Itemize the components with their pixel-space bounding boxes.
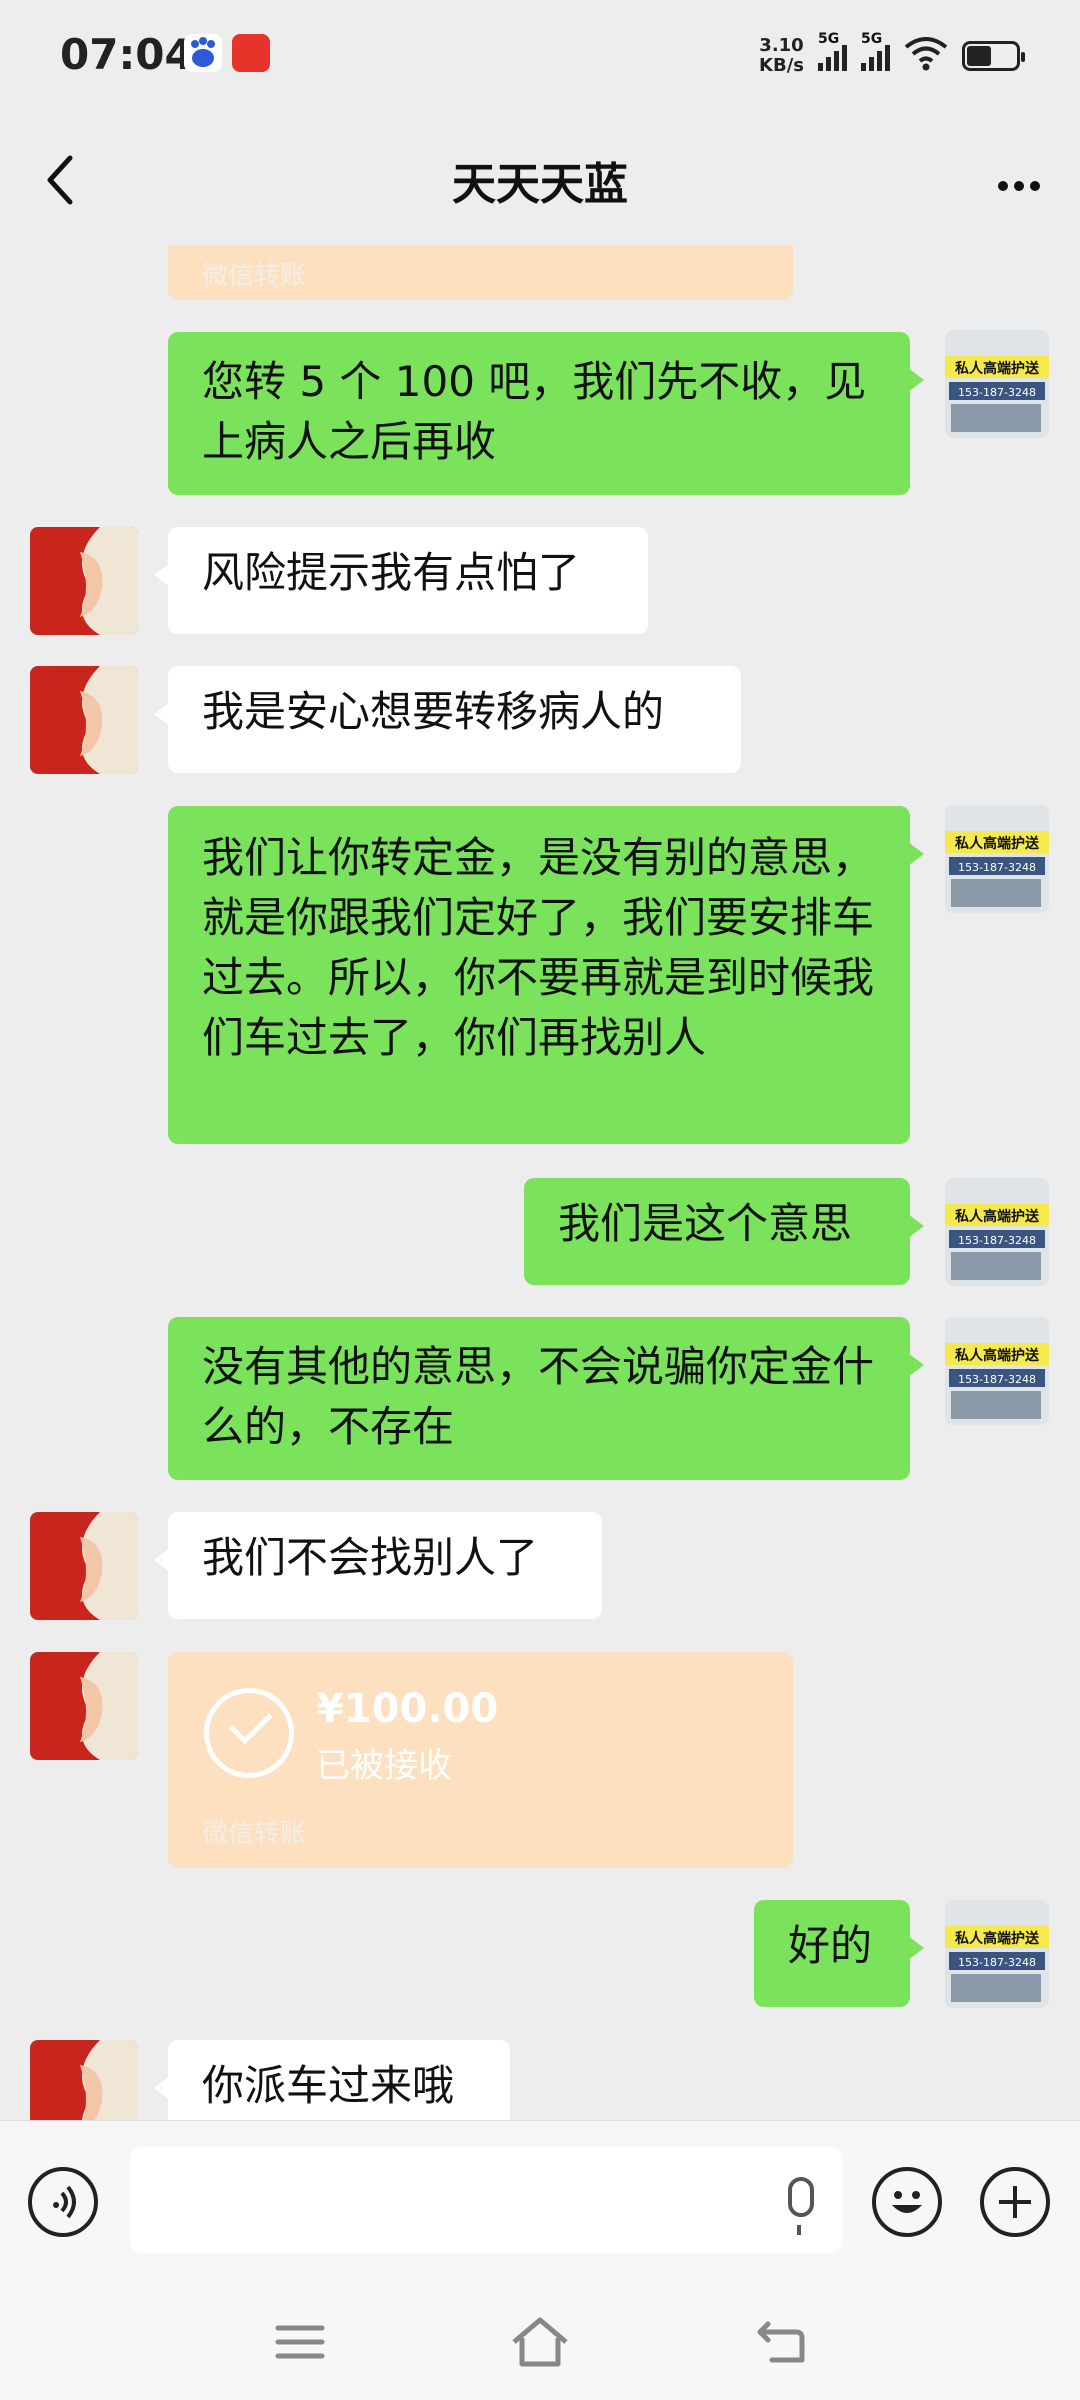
menu-button[interactable]	[270, 2320, 330, 2364]
signal-icon: 5G	[818, 31, 847, 71]
voice-icon	[53, 2185, 76, 2219]
net-speed: 3.10 KB/s	[759, 35, 804, 76]
status-bar: 07:04 3.10 KB/s 5G 5G	[0, 0, 1080, 110]
svg-text:私人高端护送: 私人高端护送	[955, 1208, 1040, 1225]
svg-text:153-187-3248: 153-187-3248	[958, 1234, 1036, 1247]
message-bubble-me[interactable]: 您转 5 个 100 吧，我们先不收，见上病人之后再收	[168, 332, 924, 495]
plus-button[interactable]	[980, 2167, 1050, 2237]
avatar-other[interactable]	[30, 2040, 138, 2120]
message-input[interactable]	[130, 2147, 842, 2253]
message-bubble-me[interactable]: 我们是这个意思	[524, 1178, 924, 1285]
shopping-app-icon	[232, 34, 270, 72]
voice-button[interactable]	[28, 2167, 98, 2237]
system-nav-bar	[0, 2280, 1080, 2400]
home-icon	[512, 2317, 568, 2367]
more-dots-icon	[998, 181, 1008, 191]
plus-icon	[999, 2186, 1031, 2218]
avatar-me[interactable]: 私人高端护送 153-187-3248	[945, 330, 1049, 438]
avatar-other[interactable]	[30, 1652, 138, 1760]
svg-text:153-187-3248: 153-187-3248	[958, 1956, 1036, 1969]
back-nav-button[interactable]	[752, 2318, 808, 2368]
mic-icon[interactable]	[788, 2177, 814, 2235]
message-bubble-other[interactable]: 风险提示我有点怕了	[154, 527, 648, 634]
signal-icon: 5G	[861, 31, 890, 71]
avatar-me[interactable]: 私人高端护送 153-187-3248	[945, 1900, 1049, 2008]
transfer-status: 已被接收	[316, 1746, 452, 1786]
svg-text:私人高端护送: 私人高端护送	[955, 1347, 1040, 1364]
transfer-card[interactable]: 微信转账	[168, 245, 793, 300]
status-icons: 3.10 KB/s 5G 5G	[759, 31, 1025, 78]
avatar-me[interactable]: 私人高端护送 153-187-3248	[945, 1178, 1049, 1286]
menu-icon	[275, 2325, 325, 2359]
svg-text:私人高端护送: 私人高端护送	[955, 835, 1040, 852]
avatar-me[interactable]: 私人高端护送 153-187-3248	[945, 805, 1049, 913]
chat-header: 天天天蓝	[0, 110, 1080, 245]
check-circle-icon	[204, 1688, 294, 1778]
back-nav-icon	[757, 2321, 805, 2363]
svg-text:153-187-3248: 153-187-3248	[958, 1373, 1036, 1386]
svg-text:私人高端护送: 私人高端护送	[955, 360, 1040, 377]
svg-text:153-187-3248: 153-187-3248	[958, 861, 1036, 874]
baidu-app-icon	[184, 34, 222, 72]
chat-title: 天天天蓝	[452, 159, 628, 210]
input-bar	[0, 2120, 1080, 2281]
message-bubble-me[interactable]: 好的	[754, 1900, 924, 2007]
status-time: 07:04	[60, 30, 194, 79]
battery-icon	[962, 41, 1025, 71]
transfer-amount: ¥100.00	[316, 1686, 499, 1732]
message-bubble-me[interactable]: 我们让你转定金，是没有别的意思，就是你跟我们定好了，我们要安排车过去。所以，你不…	[168, 806, 924, 1144]
avatar-me[interactable]: 私人高端护送 153-187-3248	[945, 1317, 1049, 1425]
message-bubble-other[interactable]: 我们不会找别人了	[154, 1512, 602, 1619]
transfer-label: 微信转账	[202, 261, 307, 291]
emoji-icon	[892, 2191, 922, 2213]
message-bubble-other[interactable]: 你派车过来哦	[154, 2040, 510, 2120]
svg-text:153-187-3248: 153-187-3248	[958, 386, 1036, 399]
home-button[interactable]	[508, 2314, 572, 2370]
more-button[interactable]	[992, 172, 1040, 196]
avatar-other[interactable]	[30, 1512, 138, 1620]
chat-area[interactable]: 微信转账 您转 5 个 100 吧，我们先不收，见上病人之后再收 私人高端护送 1…	[0, 245, 1080, 2120]
transfer-card[interactable]: ¥100.00 已被接收 微信转账	[168, 1652, 793, 1868]
svg-text:私人高端护送: 私人高端护送	[955, 1930, 1040, 1947]
avatar-other[interactable]	[30, 527, 138, 635]
message-bubble-other[interactable]: 我是安心想要转移病人的	[154, 666, 741, 773]
transfer-label: 微信转账	[202, 1819, 307, 1849]
emoji-button[interactable]	[872, 2167, 942, 2237]
avatar-other[interactable]	[30, 666, 138, 774]
message-bubble-me[interactable]: 没有其他的意思，不会说骗你定金什么的，不存在	[168, 1317, 924, 1480]
wifi-icon	[904, 37, 948, 75]
